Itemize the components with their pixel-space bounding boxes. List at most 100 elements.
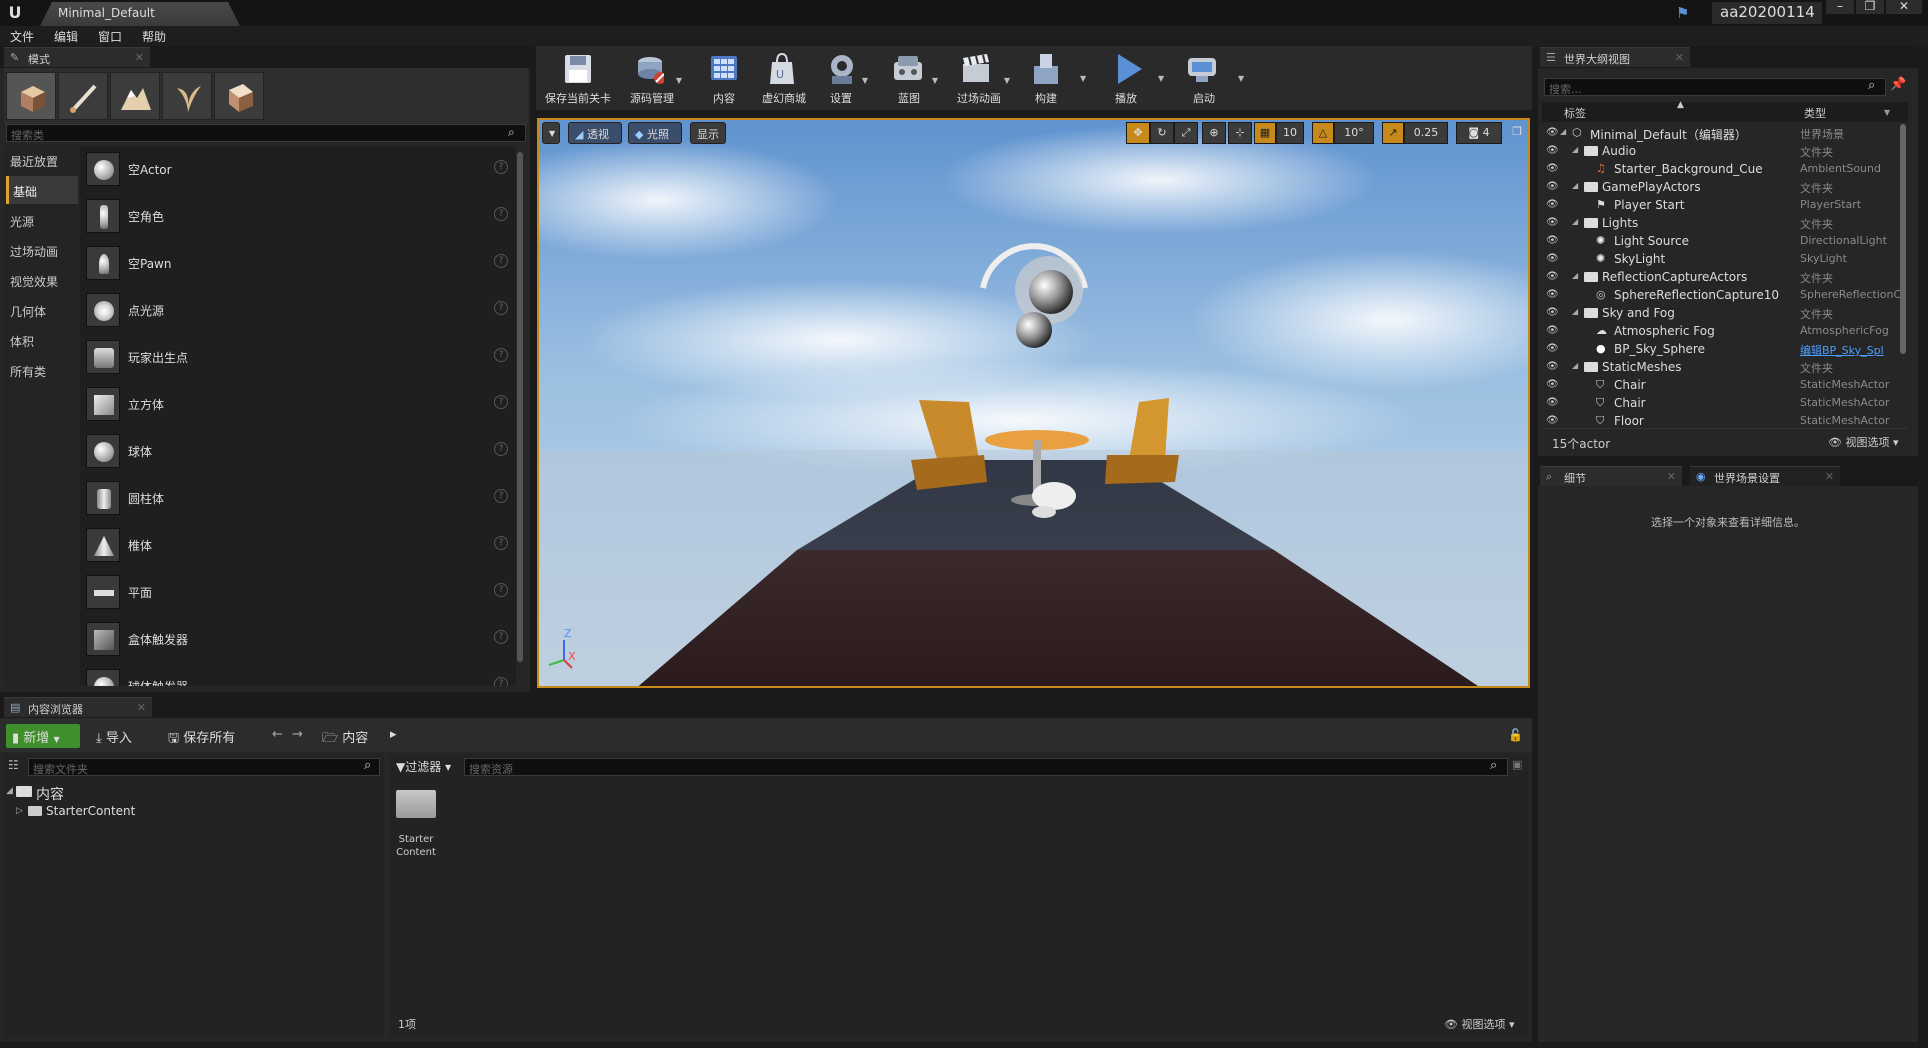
placeable-item[interactable]: 点光源? — [80, 287, 516, 333]
category-all-classes[interactable]: 所有类 — [6, 356, 78, 384]
close-icon[interactable]: ✕ — [1667, 470, 1676, 483]
perspective-button[interactable]: ◢ 透视 — [568, 122, 622, 144]
tab-content-browser[interactable]: ▤ 内容浏览器 ✕ — [4, 697, 152, 717]
play-chevron-down-icon[interactable]: ▼ — [1158, 74, 1164, 83]
visibility-eye-icon[interactable]: 👁 — [1546, 361, 1560, 372]
visibility-eye-icon[interactable]: 👁 — [1546, 325, 1560, 336]
outliner-row[interactable]: 👁 ◢ StaticMeshes 文件夹 — [1544, 358, 1904, 376]
viewport-menu-button[interactable]: ▼ — [542, 122, 560, 144]
help-icon[interactable]: ? — [494, 301, 508, 315]
category-visual-effects[interactable]: 视觉效果 — [6, 266, 78, 294]
visibility-eye-icon[interactable]: 👁 — [1546, 127, 1560, 138]
visibility-eye-icon[interactable]: 👁 — [1546, 253, 1560, 264]
help-icon[interactable]: ? — [494, 630, 508, 644]
tree-expand-icon[interactable]: ◢ — [1572, 145, 1578, 154]
level-tab[interactable]: Minimal_Default — [40, 2, 240, 26]
help-icon[interactable]: ? — [494, 583, 508, 597]
close-icon[interactable]: ✕ — [1675, 51, 1684, 64]
tree-expand-icon[interactable]: ◢ — [1572, 181, 1578, 190]
tree-expand-icon[interactable]: ◢ — [1572, 271, 1578, 280]
folder-search-input[interactable]: 搜索文件夹 — [28, 758, 380, 776]
outliner-row[interactable]: 👁 ⛉ Chair StaticMeshActor — [1544, 376, 1904, 394]
lock-icon[interactable]: 🔓 — [1508, 728, 1523, 742]
rotation-snap-icon[interactable]: △ — [1312, 122, 1334, 144]
camera-speed-button[interactable]: ◙ 4 — [1456, 122, 1502, 144]
help-icon[interactable]: ? — [494, 395, 508, 409]
menu-help[interactable]: 帮助 — [142, 28, 166, 45]
tree-expand-icon[interactable]: ◢ — [6, 786, 13, 796]
world-local-icon[interactable]: ⊕ — [1202, 122, 1226, 144]
asset-view-options-button[interactable]: 👁 视图选项 ▾ — [1444, 1016, 1515, 1032]
visibility-eye-icon[interactable]: 👁 — [1546, 307, 1560, 318]
scale-mode-icon[interactable]: ⤢ — [1174, 122, 1198, 144]
outliner-row[interactable]: 👁 ✺ SkyLight SkyLight — [1544, 250, 1904, 268]
outliner-row[interactable]: 👁 ● BP_Sky_Sphere 编辑BP_Sky_Spl — [1544, 340, 1904, 358]
visibility-eye-icon[interactable]: 👁 — [1546, 217, 1560, 228]
path-chevron-right-icon[interactable]: ▸ — [384, 724, 402, 748]
outliner-row[interactable]: 👁 ◢ GamePlayActors 文件夹 — [1544, 178, 1904, 196]
outliner-row[interactable]: 👁 ◎ SphereReflectionCapture10 SphereReflect… — [1544, 286, 1904, 304]
tab-modes[interactable]: ✎ 模式 ✕ — [4, 47, 150, 67]
placeable-item[interactable]: 空Actor? — [80, 146, 516, 192]
outliner-row[interactable]: 👁 ◢ Lights 文件夹 — [1544, 214, 1904, 232]
class-search-input[interactable]: 搜索类 — [6, 124, 526, 142]
save-level-button[interactable]: 保存当前关卡 — [538, 50, 618, 106]
outliner-search-input[interactable]: 搜索... — [1544, 78, 1886, 96]
path-root-button[interactable]: 🗁 内容 — [316, 724, 386, 748]
column-type[interactable]: 类型 — [1804, 105, 1826, 121]
grid-snap-icon[interactable]: ▦ — [1254, 122, 1276, 144]
landscape-mode-button[interactable] — [110, 72, 160, 120]
sources-toggle-icon[interactable]: ☷ — [8, 758, 19, 772]
edit-blueprint-link[interactable]: 编辑BP_Sky_Spl — [1800, 342, 1900, 358]
help-icon[interactable]: ? — [494, 160, 508, 174]
category-cinematic[interactable]: 过场动画 — [6, 236, 78, 264]
outliner-row[interactable]: 👁 ✺ Light Source DirectionalLight — [1544, 232, 1904, 250]
import-button[interactable]: ⤓ 导入 — [90, 724, 152, 748]
category-volumes[interactable]: 体积 — [6, 326, 78, 354]
tree-collapse-icon[interactable]: ▷ — [16, 806, 23, 816]
help-icon[interactable]: ? — [494, 489, 508, 503]
close-icon[interactable]: ✕ — [135, 51, 144, 64]
visibility-eye-icon[interactable]: 👁 — [1546, 271, 1560, 282]
category-basic[interactable]: 基础 — [6, 176, 78, 204]
place-mode-button[interactable] — [6, 72, 56, 120]
category-geometry[interactable]: 几何体 — [6, 296, 78, 324]
grid-snap-value[interactable]: 10 — [1276, 122, 1304, 144]
menu-edit[interactable]: 编辑 — [54, 28, 78, 45]
placeable-item[interactable]: 球体? — [80, 428, 516, 474]
outliner-row[interactable]: 👁 ◢ ⬡ Minimal_Default（编辑器） 世界场景 — [1544, 124, 1904, 142]
category-recent[interactable]: 最近放置 — [6, 146, 78, 174]
tree-item-startercontent[interactable]: StarterContent — [46, 804, 135, 818]
placeable-item[interactable]: 盒体触发器? — [80, 616, 516, 662]
geometry-mode-button[interactable] — [214, 72, 264, 120]
visibility-eye-icon[interactable]: 👁 — [1546, 379, 1560, 390]
visibility-eye-icon[interactable]: 👁 — [1546, 289, 1560, 300]
paint-mode-button[interactable] — [58, 72, 108, 120]
outliner-row[interactable]: 👁 ◢ Audio 文件夹 — [1544, 142, 1904, 160]
visibility-eye-icon[interactable]: 👁 — [1546, 397, 1560, 408]
tab-world-outliner[interactable]: ☰ 世界大纲视图 ✕ — [1540, 47, 1690, 67]
launch-button[interactable]: 启动 — [1172, 50, 1236, 106]
menu-file[interactable]: 文件 — [10, 28, 34, 45]
tree-expand-icon[interactable]: ◢ — [1572, 217, 1578, 226]
help-icon[interactable]: ? — [494, 254, 508, 268]
category-lights[interactable]: 光源 — [6, 206, 78, 234]
placeable-item[interactable]: 平面? — [80, 569, 516, 615]
cinematics-button[interactable]: 过场动画 ▼ — [946, 50, 1012, 106]
chevron-down-icon[interactable]: ▼ — [676, 76, 682, 85]
tree-expand-icon[interactable]: ◢ — [1560, 127, 1566, 136]
maximize-button[interactable]: ❐ — [1856, 0, 1884, 14]
marketplace-button[interactable]: U 虚幻商城 — [752, 50, 816, 106]
tree-expand-icon[interactable]: ◢ — [1572, 361, 1578, 370]
lit-button[interactable]: ◆ 光照 — [628, 122, 682, 144]
notification-flag-icon[interactable]: ⚑ — [1676, 4, 1694, 22]
scale-snap-icon[interactable]: ↗ — [1382, 122, 1404, 144]
forward-arrow-icon[interactable]: → — [286, 724, 308, 748]
rotation-snap-value[interactable]: 10° — [1334, 122, 1374, 144]
maximize-viewport-icon[interactable]: ❐ — [1508, 122, 1526, 144]
build-chevron-down-icon[interactable]: ▼ — [1080, 74, 1086, 83]
outliner-scrollbar[interactable] — [1900, 124, 1906, 354]
visibility-eye-icon[interactable]: 👁 — [1546, 199, 1560, 210]
visibility-eye-icon[interactable]: 👁 — [1546, 343, 1560, 354]
visibility-eye-icon[interactable]: 👁 — [1546, 235, 1560, 246]
